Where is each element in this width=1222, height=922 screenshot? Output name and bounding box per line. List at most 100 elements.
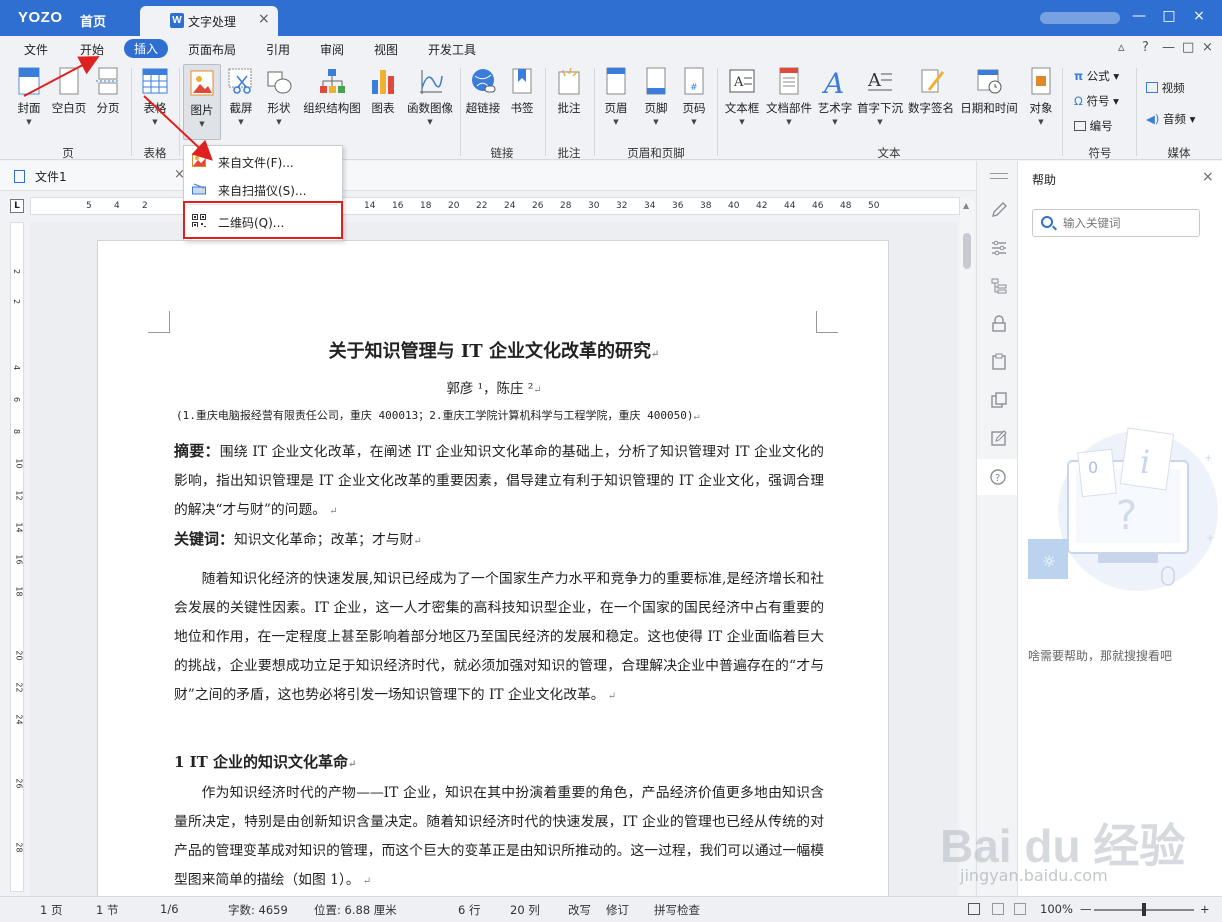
header-button[interactable]: 页眉 ▼ xyxy=(600,66,632,126)
tab-stop-selector[interactable]: L xyxy=(10,199,24,213)
formula-button[interactable]: π 公式 ▾ xyxy=(1074,68,1119,84)
help-icon[interactable]: ? xyxy=(1142,40,1149,55)
menu-home[interactable]: 开始 xyxy=(80,41,104,58)
status-spellcheck[interactable]: 拼写检查 xyxy=(654,902,700,918)
group-label-symbol: 符号 xyxy=(1088,146,1112,160)
close-tab-icon[interactable]: × xyxy=(258,11,270,27)
shape-button[interactable]: 形状 ▼ xyxy=(264,66,294,126)
menu-page-layout[interactable]: 页面布局 xyxy=(188,41,236,58)
doc-restore-button[interactable]: □ xyxy=(1182,40,1194,55)
table-button[interactable]: 表格 ▼ xyxy=(138,66,172,126)
object-button[interactable]: 对象 ▼ xyxy=(1026,66,1056,126)
menu-developer[interactable]: 开发工具 xyxy=(428,41,476,58)
menu-insert[interactable]: 插入 xyxy=(124,39,169,58)
menu-references[interactable]: 引用 xyxy=(266,41,290,58)
menu-view[interactable]: 视图 xyxy=(374,41,398,58)
digital-signature-button[interactable]: 数字签名 xyxy=(906,66,956,116)
group-divider xyxy=(717,68,718,156)
keywords-paragraph: 关键词：知识文化革命；改革；才与财↵ xyxy=(174,530,422,548)
status-overwrite[interactable]: 改写 xyxy=(568,902,591,918)
web-view-icon[interactable] xyxy=(992,903,1004,915)
pi-icon: π xyxy=(1074,69,1084,83)
menu-file[interactable]: 文件 xyxy=(24,41,48,58)
scissors-icon xyxy=(227,66,255,96)
zoom-out-button[interactable]: — xyxy=(1080,902,1092,916)
edit-icon[interactable] xyxy=(990,429,1008,447)
menu-review[interactable]: 审阅 xyxy=(320,41,344,58)
menu-item-from-scanner[interactable]: 来自扫描仪(S)... xyxy=(190,176,340,202)
doc-close-button[interactable]: × xyxy=(1202,40,1213,55)
drop-cap-button[interactable]: A 首字下沉 ▼ xyxy=(856,66,904,126)
scroll-up-icon[interactable]: ▲ xyxy=(963,201,969,210)
lock-icon[interactable] xyxy=(990,315,1008,333)
doc-minimize-button[interactable]: — xyxy=(1162,40,1175,55)
page-number-button[interactable]: # 页码 ▼ xyxy=(678,66,710,126)
textbox-button[interactable]: A 文本框 ▼ xyxy=(722,66,762,126)
settings-sliders-icon[interactable] xyxy=(990,239,1008,257)
page-view-icon[interactable] xyxy=(968,903,980,915)
vertical-scrollbar[interactable]: ▲ xyxy=(960,197,974,896)
status-line: 6 行 xyxy=(458,903,481,917)
user-account-area[interactable] xyxy=(1040,12,1120,24)
help-search-input[interactable] xyxy=(1063,214,1193,232)
page-break-button[interactable]: 分页 xyxy=(92,66,124,116)
blank-page-button[interactable]: 空白页 xyxy=(50,66,88,116)
date-time-button[interactable]: 日期和时间 xyxy=(958,66,1020,116)
navigation-icon[interactable] xyxy=(990,277,1008,295)
scrollbar-thumb[interactable] xyxy=(963,233,971,269)
pane-grip-icon[interactable] xyxy=(990,173,1008,179)
comment-button[interactable]: 批注 xyxy=(552,66,586,116)
doc-part-button[interactable]: 文档部件 ▼ xyxy=(764,66,814,126)
zoom-slider-thumb[interactable] xyxy=(1142,903,1146,916)
cover-button[interactable]: 封面 ▼ xyxy=(12,66,46,126)
symbol-button[interactable]: Ω 符号 ▾ xyxy=(1074,93,1119,109)
status-revise[interactable]: 修订 xyxy=(606,902,629,918)
document-icon xyxy=(14,170,25,183)
numbering-button[interactable]: 编号 xyxy=(1074,118,1113,134)
collapse-ribbon-icon[interactable]: ▵ xyxy=(1118,40,1125,55)
svg-text:#: # xyxy=(690,83,698,93)
menu-item-from-file[interactable]: 来自文件(F)... xyxy=(190,148,340,174)
copy-icon[interactable] xyxy=(990,391,1008,409)
home-tab[interactable]: 首页 xyxy=(80,11,106,30)
status-word-count[interactable]: 字数: 4659 xyxy=(228,902,288,918)
group-label-text: 文本 xyxy=(877,146,901,160)
document-canvas[interactable]: 关于知识管理与 IT 企业文化改革的研究↵ 郭彦 ¹，陈庄 ²↵ (1.重庆电脑… xyxy=(30,222,958,896)
app-tab-label: 文字处理 xyxy=(188,15,237,29)
vertical-ruler[interactable]: 2 2 4 6 8 10 12 14 16 18 20 22 24 26 28 xyxy=(10,222,24,892)
help-pane-title: 帮助 xyxy=(1032,173,1057,187)
wordart-button[interactable]: A 艺术字 ▼ xyxy=(816,66,854,126)
help-tab[interactable]: ? xyxy=(977,459,1017,495)
horizontal-ruler[interactable]: 5 4 2 14 16 18 20 22 24 26 28 30 32 34 3… xyxy=(30,197,960,215)
svg-text:A: A xyxy=(867,70,882,91)
svg-text:☼: ☼ xyxy=(1042,552,1056,571)
svg-text:A: A xyxy=(821,67,844,96)
app-tab-word[interactable]: W 文字处理 × xyxy=(140,6,278,36)
picture-icon xyxy=(188,68,216,98)
function-graph-button[interactable]: 函数图像 ▼ xyxy=(404,66,456,126)
margin-mark xyxy=(816,311,838,333)
pen-icon[interactable] xyxy=(990,201,1008,219)
picture-button[interactable]: 图片 ▼ xyxy=(183,64,221,140)
image-file-icon xyxy=(192,154,206,167)
clipboard-icon[interactable] xyxy=(990,353,1008,371)
close-window-button[interactable]: × xyxy=(1186,8,1212,24)
outline-view-icon[interactable] xyxy=(1014,903,1026,915)
screenshot-button[interactable]: 截屏 ▼ xyxy=(226,66,256,126)
org-chart-button[interactable]: 组织结构图 xyxy=(302,66,362,116)
document-page[interactable]: 关于知识管理与 IT 企业文化改革的研究↵ 郭彦 ¹，陈庄 ²↵ (1.重庆电脑… xyxy=(97,240,889,896)
maximize-button[interactable]: □ xyxy=(1156,8,1182,24)
task-pane-toolbar: ? xyxy=(976,161,1018,896)
video-button[interactable]: 视频 xyxy=(1146,80,1185,96)
document-tab-file1[interactable]: 文件1 xyxy=(14,168,67,185)
audio-button[interactable]: ◀) 音频 ▾ xyxy=(1146,111,1195,127)
footer-button[interactable]: 页脚 ▼ xyxy=(640,66,672,126)
hyperlink-button[interactable]: 超链接 xyxy=(464,66,502,116)
zoom-in-button[interactable]: + xyxy=(1200,902,1210,916)
chart-button[interactable]: 图表 xyxy=(368,66,398,116)
close-help-icon[interactable]: × xyxy=(1202,169,1214,185)
bookmark-button[interactable]: 书签 xyxy=(506,66,538,116)
help-search-box[interactable] xyxy=(1032,209,1200,237)
minimize-button[interactable]: — xyxy=(1126,8,1152,24)
zoom-level[interactable]: 100% xyxy=(1040,902,1073,916)
